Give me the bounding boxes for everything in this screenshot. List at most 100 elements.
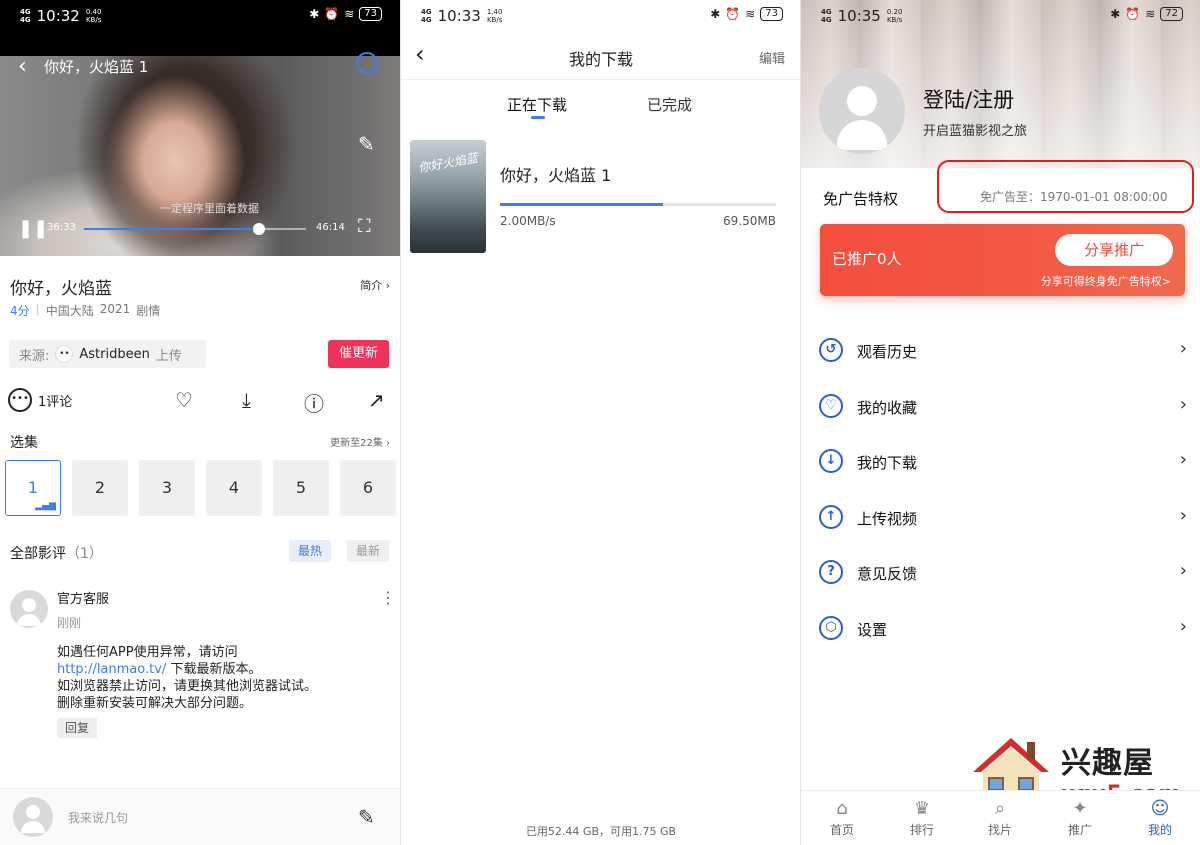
episode-button[interactable]: 6 bbox=[340, 460, 396, 516]
year: 2021 bbox=[99, 302, 131, 316]
download-size: 69.50MB bbox=[723, 214, 776, 228]
tab-4[interactable]: ✦ 推广 bbox=[1045, 797, 1115, 838]
chevron-right-icon: › bbox=[1179, 393, 1187, 415]
help-icon[interactable]: ⓘ bbox=[304, 388, 324, 417]
download-link[interactable]: http://lanmao.tv/ bbox=[57, 662, 166, 677]
login-register-link[interactable]: 登陆/注册 bbox=[923, 84, 1014, 114]
show-title: 你好，火焰蓝 bbox=[10, 279, 112, 299]
download-progress-fill bbox=[500, 203, 663, 206]
network-speed: 0.40 KB/s bbox=[85, 8, 102, 24]
current-time: 36:33 bbox=[47, 222, 76, 233]
menu-item[interactable]: ↓ 我的下载 › bbox=[801, 437, 1200, 493]
video-detail-screen: 4G 4G 10:32 0.40 KB/s ✱ ⏰ ≋ 73 ‹ 你好，火焰蓝 1… bbox=[0, 0, 400, 845]
bluetooth-icon: ✱ bbox=[710, 7, 721, 21]
menu-item[interactable]: ⬡ 设置 › bbox=[801, 604, 1200, 660]
episode-button[interactable]: 4 bbox=[206, 460, 262, 516]
back-icon[interactable]: ‹ bbox=[18, 54, 27, 79]
tab-label: 我的 bbox=[1147, 823, 1172, 837]
intro-link[interactable]: 简介 › bbox=[360, 277, 390, 293]
tab-2[interactable]: ♛ 排行 bbox=[887, 797, 957, 838]
sort-hot-button[interactable]: 最热 bbox=[289, 540, 331, 562]
tab-icon: ♛ bbox=[913, 798, 931, 819]
status-bar: 4G 4G 10:35 0.20 KB/s ✱ ⏰ ≋ 72 bbox=[801, 0, 1200, 32]
alarm-icon: ⏰ bbox=[1125, 7, 1141, 21]
avatar bbox=[13, 797, 53, 837]
history-icon: ↺ bbox=[819, 338, 843, 362]
action-bar: ••• 1评论 ♡ ⤓ ⓘ ↗ bbox=[0, 386, 400, 418]
avatar[interactable] bbox=[819, 68, 905, 154]
poster-image: 你好火焰蓝 bbox=[410, 140, 486, 253]
episode-button[interactable]: 5 bbox=[273, 460, 329, 516]
playing-bars-icon: ▂▄▆ bbox=[35, 501, 56, 511]
total-time: 46:14 bbox=[316, 222, 345, 233]
reviews-count: （1） bbox=[66, 546, 103, 562]
tab-downloading[interactable]: 正在下载 bbox=[507, 94, 567, 115]
avatar[interactable] bbox=[10, 590, 48, 628]
comment-author: 官方客服 bbox=[57, 592, 110, 607]
favorite-icon[interactable]: ♡ bbox=[175, 388, 193, 412]
promo-note-link[interactable]: 分享可得终身免广告特权> bbox=[1041, 273, 1171, 289]
menu-item-label: 设置 bbox=[857, 620, 888, 639]
ad-free-title: 免广告特权 bbox=[823, 190, 899, 208]
urge-update-button[interactable]: 催更新 bbox=[328, 340, 389, 368]
tab-5[interactable]: ☺ 我的 bbox=[1125, 797, 1195, 838]
tab-1[interactable]: ⌂ 首页 bbox=[807, 797, 877, 838]
pencil-icon[interactable]: ✎ bbox=[358, 132, 375, 156]
share-icon[interactable]: ↗ bbox=[368, 388, 385, 412]
tab-icon: ☺ bbox=[1150, 798, 1170, 819]
reply-button[interactable]: 回复 bbox=[57, 718, 97, 738]
episodes-updated-link[interactable]: 更新至22集 › bbox=[330, 434, 390, 449]
fullscreen-icon[interactable]: ⛶ bbox=[358, 216, 371, 237]
tab-icon: ⌕ bbox=[994, 798, 1006, 819]
seek-progress bbox=[84, 228, 260, 230]
download-item[interactable]: 你好火焰蓝 你好，火焰蓝 1 2.00MB/s 69.50MB bbox=[410, 140, 792, 254]
share-promo-button[interactable]: 分享推广 bbox=[1055, 234, 1173, 266]
promo-card: 已推广0人 分享推广 分享可得终身免广告特权> bbox=[820, 224, 1185, 296]
edit-button[interactable]: 编辑 bbox=[759, 48, 785, 67]
uploader-avatar: •• bbox=[55, 345, 74, 363]
menu-item[interactable]: ♡ 我的收藏 › bbox=[801, 382, 1200, 438]
poster-title: 你好火焰蓝 bbox=[417, 150, 479, 176]
video-player[interactable]: 4G 4G 10:32 0.40 KB/s ✱ ⏰ ≋ 73 ‹ 你好，火焰蓝 1… bbox=[0, 0, 400, 256]
menu-item-label: 我的收藏 bbox=[857, 398, 918, 417]
episode-list: 1 ▂▄▆ 2 3 4 5 6 bbox=[5, 460, 396, 516]
bluetooth-icon: ✱ bbox=[309, 7, 320, 21]
comment-icon: ••• bbox=[8, 388, 32, 412]
alarm-icon: ⏰ bbox=[324, 7, 340, 21]
comment-input-bar: 我来说几句 ✎ bbox=[0, 788, 400, 845]
signal-indicator: 4G 4G bbox=[821, 8, 832, 24]
episode-button[interactable]: 3 bbox=[139, 460, 195, 516]
tab-3[interactable]: ⌕ 找片 bbox=[965, 797, 1035, 838]
reviews-heading: 全部影评（1） bbox=[10, 546, 103, 562]
episode-button[interactable]: 1 ▂▄▆ bbox=[5, 460, 61, 516]
episode-button[interactable]: 2 bbox=[72, 460, 128, 516]
pause-icon[interactable]: ❚❚ bbox=[18, 218, 48, 239]
seek-bar[interactable] bbox=[84, 223, 306, 235]
bottom-tab-bar: ⌂ 首页 ♛ 排行 ⌕ 找片 ✦ 推广 ☺ 我的 bbox=[801, 790, 1200, 845]
pencil-icon[interactable]: ✎ bbox=[358, 805, 375, 829]
tab-completed[interactable]: 已完成 bbox=[647, 94, 692, 115]
menu-item[interactable]: ? 意见反馈 › bbox=[801, 548, 1200, 604]
menu-item[interactable]: ↺ 观看历史 › bbox=[801, 326, 1200, 382]
menu-item[interactable]: ↑ 上传视频 › bbox=[801, 493, 1200, 549]
episodes-heading: 选集 bbox=[10, 435, 38, 451]
bluetooth-icon: ✱ bbox=[1110, 7, 1121, 21]
wifi-icon: ≋ bbox=[745, 7, 756, 21]
status-time: 10:33 bbox=[437, 7, 481, 25]
chevron-right-icon: › bbox=[1179, 449, 1187, 470]
sort-new-button[interactable]: 最新 bbox=[347, 540, 389, 562]
status-time: 10:32 bbox=[36, 7, 80, 25]
more-icon[interactable]: ⋮ bbox=[380, 588, 396, 607]
comments-button[interactable]: ••• 1评论 bbox=[8, 388, 72, 412]
chevron-right-icon: › bbox=[1179, 615, 1187, 637]
cast-icon[interactable] bbox=[356, 52, 378, 74]
menu-item-label: 观看历史 bbox=[857, 343, 918, 361]
profile-tagline: 开启蓝猫影视之旅 bbox=[923, 124, 1028, 139]
comment-input[interactable]: 我来说几句 bbox=[68, 809, 128, 826]
signal-indicator: 4G 4G bbox=[20, 8, 31, 24]
network-speed: 1.40 KB/s bbox=[486, 8, 503, 24]
source-info[interactable]: 来源: •• Astridbeen 上传 bbox=[9, 340, 206, 368]
download-icon[interactable]: ⤓ bbox=[242, 388, 251, 412]
source-label: 来源: bbox=[19, 348, 50, 364]
tab-label: 排行 bbox=[909, 823, 934, 837]
